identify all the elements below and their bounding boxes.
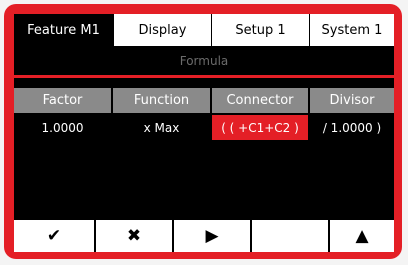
tab-bar: Feature M1 Display Setup 1 System 1 — [14, 14, 394, 46]
tab-setup-1[interactable]: Setup 1 — [212, 14, 309, 46]
connector-cell[interactable]: ( ( +C1+C2 ) — [212, 115, 308, 140]
tab-label: Setup 1 — [235, 22, 286, 38]
function-cell[interactable]: x Max — [113, 115, 210, 140]
tab-display[interactable]: Display — [114, 14, 211, 46]
column-header-connector: Connector — [212, 88, 308, 113]
next-button[interactable]: ▶ — [174, 220, 250, 252]
column-header-factor: Factor — [14, 88, 111, 113]
column-header-divisor: Divisor — [310, 88, 394, 113]
tab-label: Display — [138, 22, 187, 38]
check-icon: ✔ — [46, 226, 62, 246]
up-triangle-icon: ▲ — [355, 226, 369, 246]
softkey-bar: ✔ ✖ ▶ ▲ — [14, 220, 394, 252]
play-icon: ▶ — [205, 226, 219, 246]
blank-softkey[interactable] — [252, 220, 328, 252]
factor-cell[interactable]: 1.0000 — [14, 115, 111, 140]
up-button[interactable]: ▲ — [330, 220, 394, 252]
tab-label: System 1 — [321, 22, 383, 38]
page-subtitle: Formula — [179, 54, 229, 68]
tab-system-1[interactable]: System 1 — [310, 14, 394, 46]
cross-icon: ✖ — [126, 226, 142, 246]
column-header-function: Function — [113, 88, 210, 113]
display-screen: Feature M1 Display Setup 1 System 1 Form… — [14, 14, 394, 252]
confirm-button[interactable]: ✔ — [14, 220, 94, 252]
tab-label: Feature M1 — [27, 22, 100, 38]
divider-line — [14, 75, 394, 78]
device-body: Feature M1 Display Setup 1 System 1 Form… — [0, 0, 408, 265]
cancel-button[interactable]: ✖ — [96, 220, 172, 252]
divisor-cell[interactable]: / 1.0000 ) — [310, 115, 394, 140]
tab-feature-m1[interactable]: Feature M1 — [14, 14, 113, 46]
